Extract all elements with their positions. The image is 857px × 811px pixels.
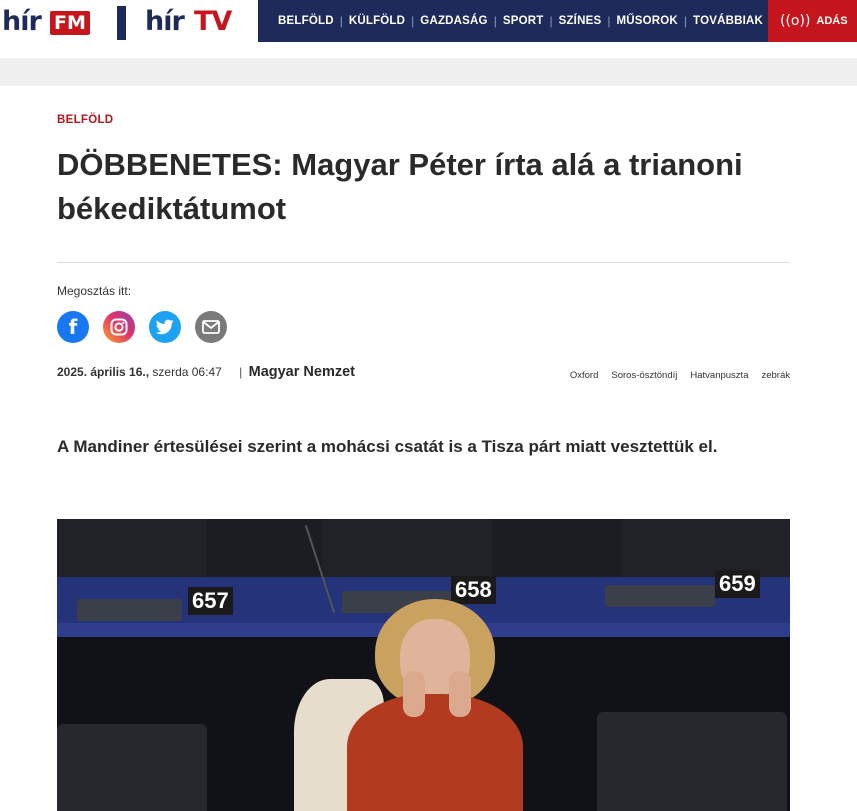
top-header: hír FM hír TV BELFÖLD | KÜLFÖLD | GAZDAS…: [0, 0, 857, 42]
broadcast-icon: ((o)): [780, 13, 811, 29]
tag-link[interactable]: Soros-ösztöndíj: [611, 370, 677, 381]
article-photo: 657 658 659: [57, 519, 790, 811]
share-label: Megosztás itt:: [57, 284, 132, 298]
article-title: DÖBBENETES: Magyar Péter írta alá a tria…: [57, 147, 743, 226]
tag-link[interactable]: Oxford: [570, 370, 599, 381]
photo-console: [77, 599, 182, 621]
photo-chair: [322, 519, 492, 581]
nav-separator: |: [339, 14, 343, 28]
nav-item-sport[interactable]: SPORT: [503, 15, 544, 27]
nav-separator: |: [411, 14, 415, 28]
ad-placeholder-band: [0, 58, 857, 86]
nav-item-musorok[interactable]: MŰSOROK: [616, 15, 677, 27]
hirtv-logo-tv: TV: [194, 6, 232, 37]
facebook-icon[interactable]: f: [57, 311, 89, 343]
publish-time: szerda 06:47: [152, 365, 222, 379]
nav-item-gazdasag[interactable]: GAZDASÁG: [420, 15, 487, 27]
photo-person-hand: [403, 671, 425, 717]
twitter-icon[interactable]: [149, 311, 181, 343]
photo-chair: [622, 519, 790, 581]
nav-item-szines[interactable]: SZÍNES: [559, 15, 602, 27]
nav-item-tovabbiak[interactable]: TOVÁBBIAK: [693, 15, 763, 27]
article-meta: 2025. április 16., szerda 06:47 | Magyar…: [57, 364, 355, 380]
nav-separator: |: [683, 14, 688, 28]
hirtv-logo[interactable]: hír TV: [140, 4, 250, 38]
seat-number-plate: 659: [715, 570, 760, 598]
article-lead: A Mandiner értesülései szerint a mohácsi…: [57, 437, 718, 456]
hirfm-logo[interactable]: hír FM: [0, 4, 104, 38]
live-broadcast-button[interactable]: ((o)) ADÁS: [768, 0, 857, 42]
hirfm-logo-text: hír: [2, 6, 42, 37]
nav-item-belfold[interactable]: BELFÖLD: [278, 15, 334, 27]
photo-person-blouse: [347, 694, 523, 811]
hirtv-logo-text: hír: [145, 6, 185, 37]
article-category[interactable]: BELFÖLD: [57, 114, 113, 126]
seat-number-plate: 658: [451, 576, 496, 604]
nav-item-kulfold[interactable]: KÜLFÖLD: [349, 15, 405, 27]
share-buttons: f: [57, 311, 227, 343]
article-tags: Oxford Soros-ösztöndíj Hatvanpuszta zebr…: [570, 370, 790, 381]
photo-console: [605, 585, 715, 607]
seat-number-plate: 657: [188, 587, 233, 615]
photo-person-hand: [449, 671, 471, 717]
logo-divider: [117, 6, 126, 40]
email-icon[interactable]: [195, 311, 227, 343]
photo-chair: [57, 519, 207, 581]
nav-separator: |: [607, 14, 611, 28]
publish-date: 2025. április 16.,: [57, 365, 150, 379]
title-divider: [57, 262, 790, 263]
main-nav: BELFÖLD | KÜLFÖLD | GAZDASÁG | SPORT | S…: [258, 0, 782, 42]
photo-seat: [597, 712, 787, 811]
tag-link[interactable]: zebrák: [761, 370, 790, 381]
nav-separator: |: [493, 14, 497, 28]
instagram-icon[interactable]: [103, 311, 135, 343]
author-separator: |: [239, 365, 243, 379]
photo-seat: [57, 724, 207, 811]
article-author[interactable]: Magyar Nemzet: [249, 364, 355, 380]
tag-link[interactable]: Hatvanpuszta: [690, 370, 748, 381]
hirfm-logo-badge: FM: [50, 11, 90, 35]
live-broadcast-label: ADÁS: [816, 15, 848, 27]
nav-separator: |: [549, 14, 553, 28]
